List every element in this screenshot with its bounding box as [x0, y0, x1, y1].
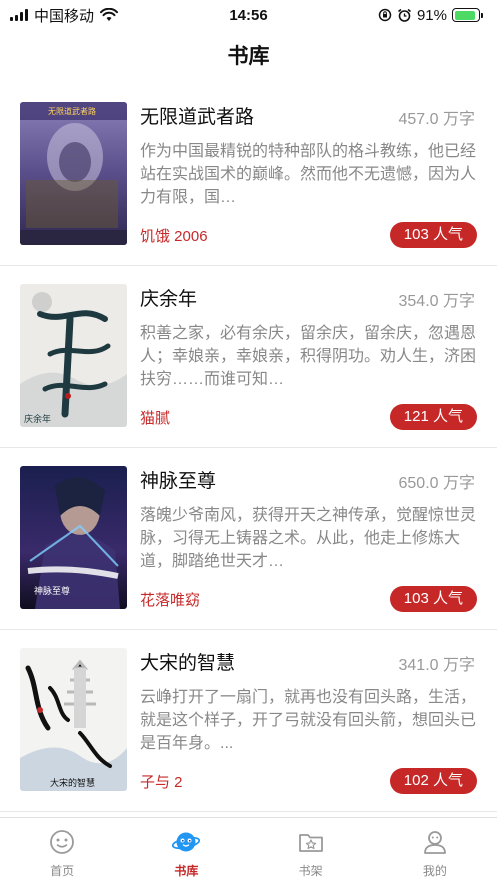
page-title: 书库 — [227, 45, 270, 68]
book-list: 无限道武者路 无限道武者路 457.0 万字 作为中国最精锐的特种部队的格斗教练… — [0, 84, 497, 812]
page-header: 书库 — [0, 30, 497, 80]
tab-bookshelf[interactable]: 书架 — [249, 818, 373, 883]
bottom-tab-bar: 首页 书库 书架 我的 — [0, 817, 497, 883]
status-time: 14:56 — [229, 6, 268, 24]
book-cover-image: 庆余年 — [20, 284, 127, 427]
tab-home[interactable]: 首页 — [0, 818, 124, 883]
tab-profile[interactable]: 我的 — [373, 818, 497, 883]
svg-text:庆余年: 庆余年 — [24, 413, 51, 425]
library-planet-icon — [172, 832, 201, 852]
orientation-lock-icon — [378, 8, 392, 22]
book-title[interactable]: 无限道武者路 — [140, 102, 254, 129]
tab-label: 书架 — [298, 864, 323, 878]
book-word-count: 457.0 万字 — [398, 111, 476, 128]
book-title[interactable]: 大宋的智慧 — [140, 648, 235, 675]
battery-percent: 91% — [416, 6, 447, 24]
popularity-badge: 121 人气 — [389, 404, 477, 430]
popularity-badge: 103 人气 — [389, 586, 477, 612]
tab-label: 首页 — [50, 864, 75, 878]
tab-library[interactable]: 书库 — [124, 818, 248, 883]
svg-text:神脉至尊: 神脉至尊 — [34, 585, 70, 597]
battery-icon — [452, 8, 483, 22]
book-author[interactable]: 猫腻 — [140, 407, 170, 428]
book-description: 积善之家，必有余庆，留余庆，留余庆，忽遇恩人；幸娘亲，幸娘亲，积得阴功。劝人生，… — [140, 325, 476, 388]
book-description: 落魄少爷南风，获得开天之神传承，觉醒惊世灵脉，习得无上铸器之术。从此，他走上修炼… — [140, 507, 476, 570]
home-face-icon — [50, 830, 75, 854]
alarm-icon — [397, 8, 411, 22]
book-cover-image: 无限道武者路 — [20, 102, 127, 245]
book-item[interactable]: 庆余年 庆余年 354.0 万字 积善之家，必有余庆，留余庆，留余庆，忽遇恩人；… — [0, 266, 497, 448]
book-cover[interactable]: 大宋的智慧 — [20, 648, 127, 791]
status-right: 91% — [378, 7, 483, 24]
popularity-badge: 102 人气 — [389, 768, 477, 794]
book-cover[interactable]: 神脉至尊 — [20, 466, 127, 609]
bookshelf-folder-icon — [298, 834, 323, 852]
profile-person-icon — [423, 831, 446, 854]
book-description: 作为中国最精锐的特种部队的格斗教练，他已经站在实战国术的巅峰。然而他不无遗憾，因… — [140, 143, 476, 206]
book-item[interactable]: 无限道武者路 无限道武者路 457.0 万字 作为中国最精锐的特种部队的格斗教练… — [0, 84, 497, 266]
book-word-count: 354.0 万字 — [398, 293, 476, 310]
tab-label: 我的 — [422, 864, 447, 878]
book-description: 云峥打开了一扇门，就再也没有回头路，生活，就是这个样子，开了弓就没有回头箭，想回… — [140, 689, 476, 752]
svg-text:无限道武者路: 无限道武者路 — [48, 106, 96, 116]
popularity-badge: 103 人气 — [389, 222, 477, 248]
book-author[interactable]: 子与 2 — [140, 771, 183, 792]
svg-text:大宋的智慧: 大宋的智慧 — [50, 777, 95, 789]
wifi-icon — [100, 8, 119, 21]
book-word-count: 341.0 万字 — [398, 657, 476, 674]
book-cover-image: 神脉至尊 — [20, 466, 127, 609]
signal-icon — [10, 9, 28, 21]
book-author[interactable]: 饥饿 2006 — [140, 225, 208, 246]
book-word-count: 650.0 万字 — [398, 475, 476, 492]
book-title[interactable]: 庆余年 — [140, 284, 197, 311]
tab-label: 书库 — [174, 864, 199, 878]
book-title[interactable]: 神脉至尊 — [140, 466, 216, 493]
book-cover[interactable]: 庆余年 — [20, 284, 127, 427]
book-item[interactable]: 神脉至尊 神脉至尊 650.0 万字 落魄少爷南风，获得开天之神传承，觉醒惊世灵… — [0, 448, 497, 630]
book-author[interactable]: 花落唯窈 — [140, 589, 200, 610]
book-cover-image: 大宋的智慧 — [20, 648, 127, 791]
carrier-name: 中国移动 — [34, 7, 95, 25]
book-item[interactable]: 大宋的智慧 大宋的智慧 341.0 万字 云峥打开了一扇门，就再也没有回头路，生… — [0, 630, 497, 812]
status-bar: 中国移动 14:56 91% — [0, 0, 497, 30]
status-left: 中国移动 — [10, 5, 119, 26]
book-cover[interactable]: 无限道武者路 — [20, 102, 127, 245]
